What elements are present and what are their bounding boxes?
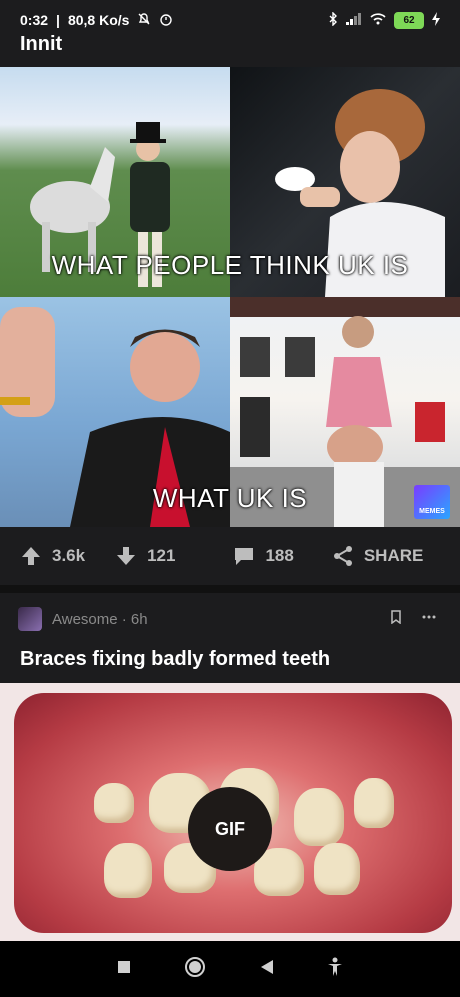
memes-badge: MEMES: [414, 485, 450, 519]
post-separator: [0, 585, 460, 593]
home-icon[interactable]: [184, 956, 206, 983]
upvote-arrow-icon: [22, 547, 40, 565]
post-image[interactable]: [0, 67, 460, 527]
post-header-actions: [390, 610, 436, 628]
more-options-icon[interactable]: [422, 610, 436, 628]
back-icon[interactable]: [260, 959, 274, 980]
upvote-count: 3.6k: [52, 546, 86, 565]
bookmark-icon[interactable]: [390, 610, 402, 628]
share-label: SHARE: [363, 546, 424, 565]
share-button[interactable]: SHARE: [332, 545, 424, 567]
meme-caption-top: WHAT PEOPLE THINK UK IS: [51, 250, 409, 280]
status-bar: 0:32 | 80,8 Ko/s 62: [0, 0, 460, 40]
meme-caption-bottom: WHAT UK IS: [152, 483, 308, 513]
signal-icon: [346, 12, 362, 28]
post-action-bar: 3.6k 121 188 SHARE: [0, 527, 460, 585]
charging-icon: [432, 11, 440, 29]
gif-play-button[interactable]: GIF: [188, 787, 272, 871]
divider: |: [56, 12, 60, 28]
page-title: Innit: [20, 33, 63, 55]
clock: 0:32: [20, 12, 49, 28]
network-speed: 80,8 Ko/s: [67, 12, 130, 28]
comments-button[interactable]: 188: [233, 545, 294, 567]
comment-count: 188: [265, 546, 294, 565]
memes-badge-text: MEMES: [419, 508, 445, 515]
section-avatar[interactable]: [18, 607, 42, 631]
bluetooth-icon: [328, 10, 338, 29]
status-left: 0:32 | 80,8 Ko/s: [20, 12, 173, 29]
post-section-time[interactable]: Awesome · 6h: [52, 611, 148, 628]
comment-icon: [235, 548, 254, 565]
system-nav-bar: [0, 941, 460, 997]
share-icon: [333, 546, 352, 566]
upvote-button[interactable]: 3.6k: [20, 545, 85, 567]
post-title[interactable]: Braces fixing badly formed teeth: [20, 648, 330, 671]
mute-icon: [137, 12, 151, 29]
battery-icon: 62: [394, 11, 424, 29]
status-right: 62: [328, 10, 440, 29]
wifi-icon: [370, 12, 386, 28]
post-meta[interactable]: Awesome · 6h: [18, 607, 148, 631]
recent-apps-icon[interactable]: [117, 960, 131, 979]
downvote-count: 121: [147, 546, 176, 565]
downvote-button[interactable]: 121: [115, 545, 175, 567]
downvote-arrow-icon: [117, 547, 136, 565]
accessibility-icon[interactable]: [327, 957, 343, 982]
alarm-icon: [159, 12, 173, 29]
